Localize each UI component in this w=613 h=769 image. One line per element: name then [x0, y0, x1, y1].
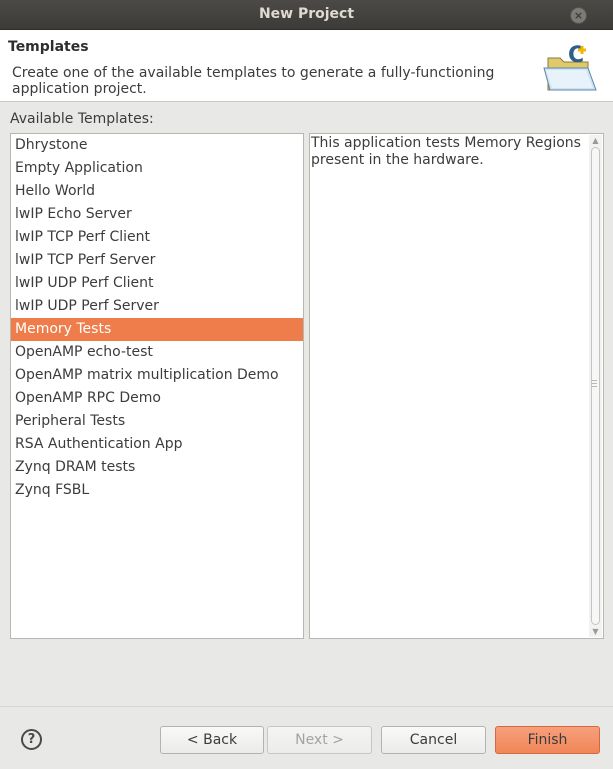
back-button[interactable]: < Back — [160, 726, 264, 754]
template-list-item[interactable]: Memory Tests — [11, 318, 303, 341]
template-list-item[interactable]: lwIP TCP Perf Server — [11, 249, 303, 272]
window-title: New Project — [258, 6, 355, 22]
page-description: Create one of the available templates to… — [12, 65, 495, 97]
wizard-header: Templates Create one of the available te… — [0, 30, 613, 102]
template-list-item[interactable]: OpenAMP matrix multiplication Demo — [11, 364, 303, 387]
template-list-item[interactable]: OpenAMP echo-test — [11, 341, 303, 364]
help-button[interactable]: ? — [21, 729, 42, 750]
template-list[interactable]: Dhrystone Empty Application Hello World lwI… — [10, 133, 304, 639]
template-list-item[interactable]: Empty Application — [11, 157, 303, 180]
new-c-project-folder-icon: C — [543, 43, 597, 91]
scroll-down-icon[interactable]: ▼ — [591, 627, 600, 636]
scroll-grip-icon — [592, 380, 597, 389]
page-title: Templates — [8, 39, 89, 55]
template-list-item[interactable]: Hello World — [11, 180, 303, 203]
footer-divider — [0, 706, 613, 707]
cancel-button[interactable]: Cancel — [381, 726, 486, 754]
template-description-panel: This application tests Memory Regions pr… — [309, 133, 604, 639]
template-list-item[interactable]: lwIP UDP Perf Client — [11, 272, 303, 295]
scroll-up-icon[interactable]: ▲ — [591, 136, 600, 145]
template-list-item[interactable]: Zynq DRAM tests — [11, 456, 303, 479]
available-templates-label: Available Templates: — [10, 111, 154, 127]
template-list-item[interactable]: lwIP UDP Perf Server — [11, 295, 303, 318]
description-scrollbar[interactable]: ▲ ▼ — [589, 135, 602, 637]
close-button[interactable]: × — [570, 7, 587, 24]
finish-button[interactable]: Finish — [495, 726, 600, 754]
template-list-item[interactable]: Zynq FSBL — [11, 479, 303, 502]
title-bar: New Project × — [0, 0, 613, 30]
template-description-text: This application tests Memory Regions pr… — [311, 135, 581, 168]
next-button[interactable]: Next > — [267, 726, 372, 754]
template-list-item[interactable]: Peripheral Tests — [11, 410, 303, 433]
template-list-item[interactable]: lwIP Echo Server — [11, 203, 303, 226]
template-list-item[interactable]: RSA Authentication App — [11, 433, 303, 456]
template-list-item[interactable]: OpenAMP RPC Demo — [11, 387, 303, 410]
template-list-item[interactable]: Dhrystone — [11, 134, 303, 157]
template-list-item[interactable]: lwIP TCP Perf Client — [11, 226, 303, 249]
